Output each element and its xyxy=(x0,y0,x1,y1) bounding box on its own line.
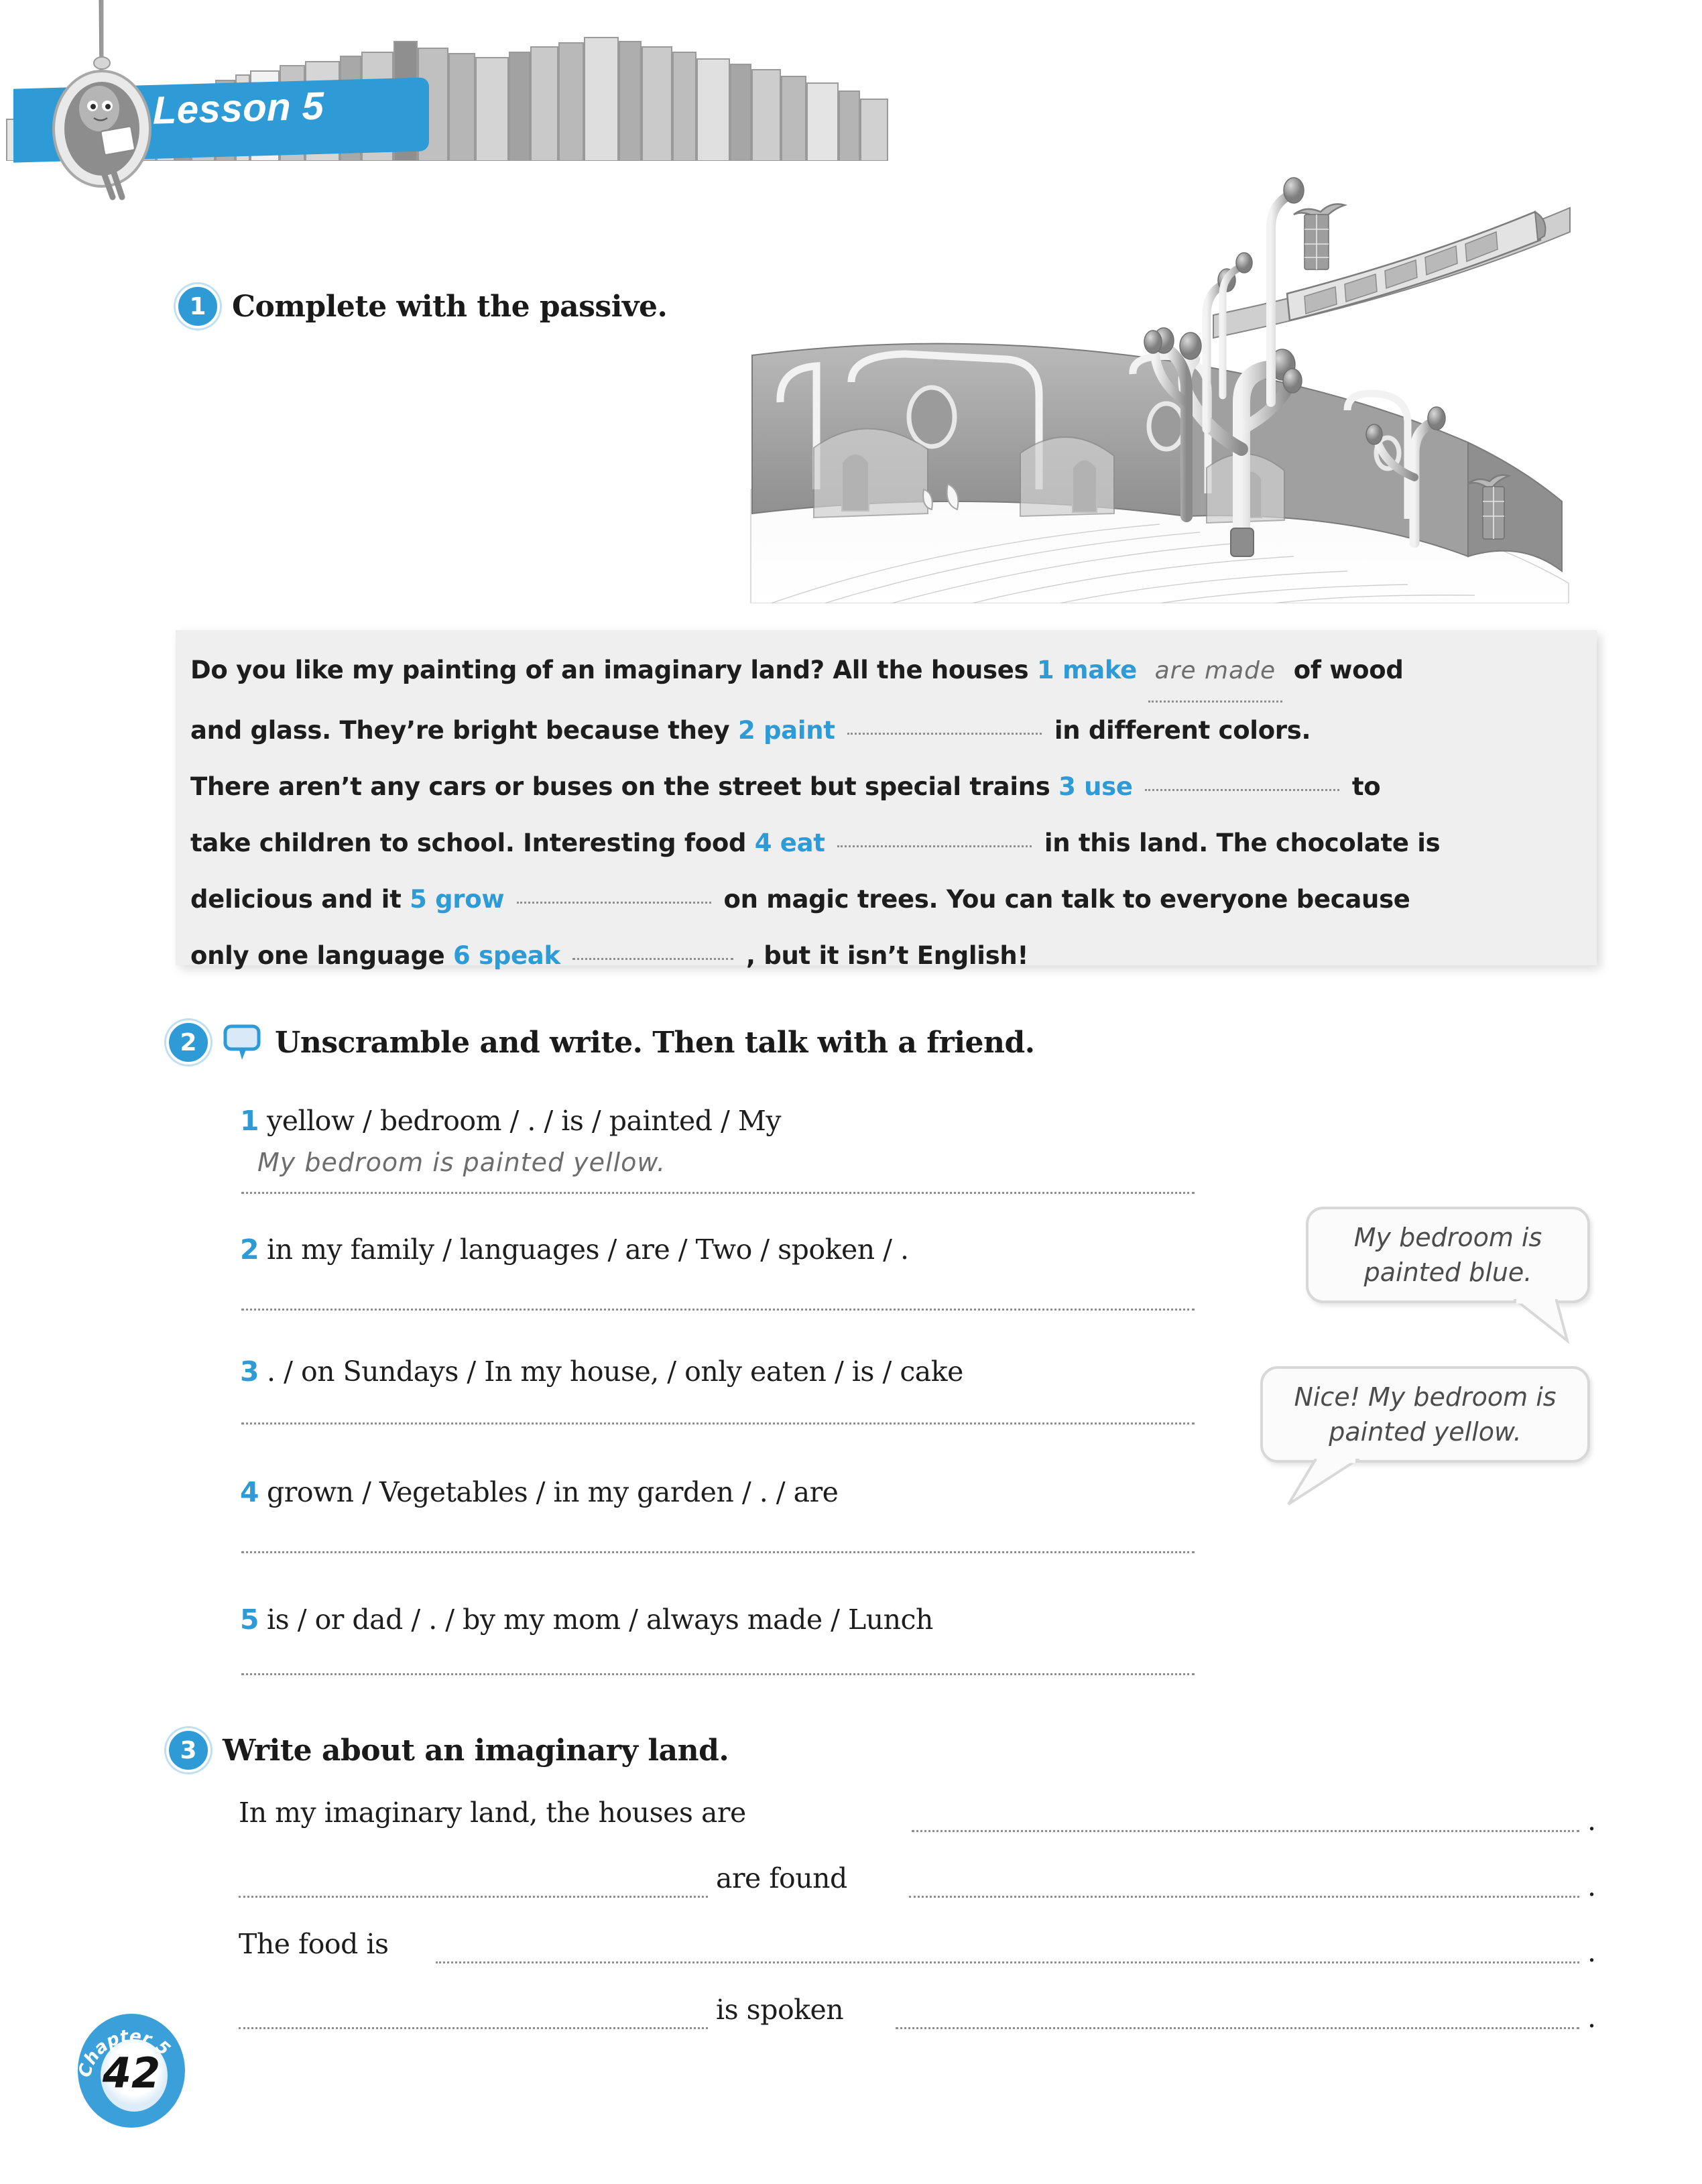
unscramble-item: 2 in my family / languages / are / Two / … xyxy=(240,1233,909,1266)
item-words: . / on Sundays / In my house, / only eat… xyxy=(267,1355,963,1388)
passage-seg-2a: and glass. They’re bright because they xyxy=(190,716,730,745)
line-end-period: . xyxy=(1587,1936,1597,1968)
speech-bubble-icon xyxy=(223,1024,261,1060)
writing-line[interactable] xyxy=(896,2027,1579,2029)
passage-seg-1b: of wood xyxy=(1293,656,1404,684)
blank-4[interactable] xyxy=(837,845,1032,847)
hanging-chair-girl-icon xyxy=(52,0,151,200)
blank-2[interactable] xyxy=(847,733,1042,735)
cue-verb-4: eat xyxy=(780,829,825,857)
cue-verb-6: speak xyxy=(479,941,560,970)
speech-bubble-tail-2 xyxy=(1287,1458,1359,1506)
item-words: in my family / languages / are / Two / s… xyxy=(267,1233,909,1266)
cue-verb-5: grow xyxy=(435,885,505,914)
exercise-2-heading: 2 Unscramble and write. Then talk with a… xyxy=(166,1020,1035,1065)
line-end-period: . xyxy=(1587,1870,1597,1902)
cue-number-6: 6 xyxy=(453,941,471,970)
blank-6[interactable] xyxy=(572,958,734,960)
passage-seg-3b: to xyxy=(1351,772,1381,801)
passage-seg-6b: , but it isn’t English! xyxy=(745,941,1029,970)
answer-line[interactable] xyxy=(241,1551,1195,1553)
passage-seg-3a: There aren’t any cars or buses on the st… xyxy=(190,772,1050,801)
passage-seg-1a: Do you like my painting of an imaginary … xyxy=(190,656,1029,684)
item-number: 2 xyxy=(240,1233,259,1266)
item-words: yellow / bedroom / . / is / painted / My xyxy=(267,1105,781,1137)
speech-bubble-tail-1 xyxy=(1514,1298,1570,1345)
exercise-2-title: Unscramble and write. Then talk with a f… xyxy=(275,1025,1035,1060)
unscramble-item: 3. / on Sundays / In my house, / only ea… xyxy=(240,1355,963,1388)
passage-seg-4a: take children to school. Interesting foo… xyxy=(190,829,747,857)
unscramble-item: 4 grown / Vegetables / in my garden / . /… xyxy=(240,1476,839,1508)
item-number: 3 xyxy=(240,1355,259,1388)
item-words: is / or dad / . / by my mom / always mad… xyxy=(267,1603,933,1636)
cue-verb-1: make xyxy=(1062,656,1137,684)
writing-prompt-lead: In my imaginary land, the houses are xyxy=(239,1797,746,1829)
writing-line[interactable] xyxy=(239,1896,708,1898)
exercise-3-heading: 3 Write about an imaginary land. xyxy=(166,1728,729,1772)
imaginary-land-pencil-sketch xyxy=(750,177,1571,603)
speech-bubble-student-1: My bedroom is painted blue. xyxy=(1306,1207,1590,1303)
unscramble-item: 1 yellow / bedroom / . / is / painted / M… xyxy=(240,1105,781,1137)
blank-3[interactable] xyxy=(1145,789,1340,791)
answer-line[interactable] xyxy=(241,1422,1195,1424)
filled-answer-1[interactable]: are made xyxy=(1148,643,1283,703)
item-answer-filled[interactable]: My bedroom is painted yellow. xyxy=(257,1148,666,1177)
writing-prompt-lead: The food is xyxy=(239,1928,389,1960)
passage-seg-2b: in different colors. xyxy=(1054,716,1311,745)
item-number: 4 xyxy=(240,1476,259,1508)
writing-prompt-mid: is spoken xyxy=(716,1994,844,2026)
passage-seg-5a: delicious and it xyxy=(190,885,402,914)
item-number: 1 xyxy=(240,1105,259,1137)
cue-verb-2: paint xyxy=(763,716,835,745)
line-end-period: . xyxy=(1587,1805,1597,1837)
blank-5[interactable] xyxy=(516,902,711,904)
passage-seg-4b: in this land. The chocolate is xyxy=(1044,829,1441,857)
exercise-number-badge: 1 xyxy=(176,284,220,328)
exercise-3-title: Write about an imaginary land. xyxy=(223,1733,729,1768)
cue-number-4: 4 xyxy=(754,829,772,857)
speech-bubble-student-2: Nice! My bedroom is painted yellow. xyxy=(1260,1366,1590,1463)
unscramble-item: 5 is / or dad / . / by my mom / always ma… xyxy=(240,1603,933,1636)
cue-verb-3: use xyxy=(1084,772,1133,801)
exercise-1-passage-text: Do you like my painting of an imaginary … xyxy=(190,642,1585,984)
page-number-text: 42 xyxy=(102,2049,161,2098)
answer-line[interactable] xyxy=(241,1309,1195,1311)
writing-prompt-mid: are found xyxy=(716,1862,847,1894)
answer-line[interactable] xyxy=(241,1192,1195,1194)
writing-line[interactable] xyxy=(909,1896,1579,1898)
cue-number-5: 5 xyxy=(410,885,427,914)
cue-number-3: 3 xyxy=(1058,772,1076,801)
item-words: grown / Vegetables / in my garden / . / … xyxy=(267,1476,839,1508)
passage-seg-5b: on magic trees. You can talk to everyone… xyxy=(723,885,1410,914)
cue-number-1: 1 xyxy=(1036,656,1054,684)
line-end-period: . xyxy=(1587,2002,1597,2034)
cue-number-2: 2 xyxy=(737,716,755,745)
passage-seg-6a: only one language xyxy=(190,941,445,970)
exercise-number-badge: 2 xyxy=(166,1020,210,1065)
exercise-number-badge: 3 xyxy=(166,1728,210,1772)
writing-line[interactable] xyxy=(436,1961,1579,1963)
writing-line[interactable] xyxy=(239,2027,708,2029)
page-number-badge: Chapter 5 42 xyxy=(75,2011,188,2130)
answer-line[interactable] xyxy=(241,1673,1195,1675)
exercise-1-title: Complete with the passive. xyxy=(232,289,668,324)
item-number: 5 xyxy=(240,1603,259,1636)
exercise-1-heading: 1 Complete with the passive. xyxy=(176,284,668,328)
writing-line[interactable] xyxy=(912,1830,1579,1832)
